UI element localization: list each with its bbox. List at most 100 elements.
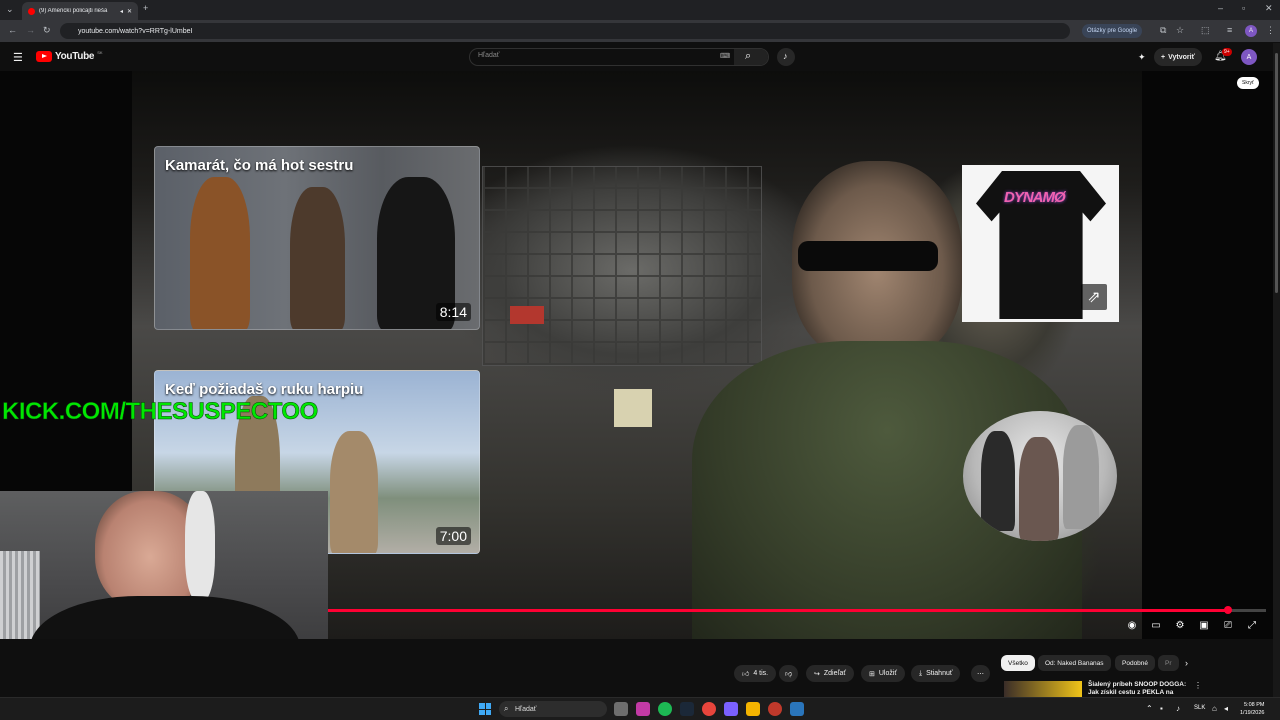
search-box[interactable]: Hľadať ⌨ ⌕ <box>469 48 769 66</box>
save-button[interactable]: ⊞ Uložiť <box>861 665 906 682</box>
tab-search-icon[interactable]: ⌄ <box>6 5 14 14</box>
save-label: Uložiť <box>878 670 898 677</box>
chrome-icon[interactable] <box>702 702 716 716</box>
fullscreen-icon[interactable]: ⤢ <box>1244 617 1260 633</box>
messenger-icon[interactable] <box>636 702 650 716</box>
ai-sparkle-icon[interactable]: ✦ <box>1138 52 1146 63</box>
task-view-icon[interactable] <box>614 702 628 716</box>
youtube-favicon-icon <box>28 7 35 15</box>
chip-from-channel[interactable]: Od: Naked Bananas <box>1038 655 1111 671</box>
autoplay-toggle-icon[interactable]: ◉ <box>1124 617 1140 633</box>
install-icon[interactable]: ⧉ <box>1160 26 1166 35</box>
create-button[interactable]: + Vytvoriť <box>1154 48 1202 66</box>
page-scrollbar[interactable] <box>1273 43 1280 697</box>
tab-title: (9) Americkí policajti rieša <box>39 8 108 14</box>
endcard-duration: 7:00 <box>435 527 471 545</box>
person-figure <box>1019 437 1059 541</box>
youtube-play-icon <box>36 51 52 62</box>
tray-app-icon[interactable]: ▪ <box>1160 704 1163 713</box>
language-indicator[interactable]: SLK <box>1194 705 1205 711</box>
google-questions-label: Otázky pre Google <box>1087 28 1138 34</box>
forward-icon[interactable]: → <box>26 26 35 35</box>
like-button[interactable]: 👍︎ 4 tis. <box>734 665 777 682</box>
bookmark-icon: ⊞ <box>869 670 875 678</box>
dislike-button[interactable]: 👎︎ <box>779 665 799 682</box>
maximize-icon[interactable]: ▫ <box>1242 4 1245 13</box>
create-label: Vytvoriť <box>1168 53 1195 61</box>
region-code: SK <box>97 50 103 55</box>
windows-start-icon[interactable] <box>479 703 491 715</box>
app-icon[interactable] <box>724 702 738 716</box>
chip-related[interactable]: Podobné <box>1115 655 1156 671</box>
share-button[interactable]: ↪ Zdieľať <box>806 665 855 682</box>
more-vertical-icon[interactable]: ⋮ <box>1194 681 1202 690</box>
reading-list-icon[interactable]: ≡ <box>1227 26 1232 35</box>
voice-search-button[interactable]: ♪ <box>777 48 795 66</box>
thumbs-down-icon: 👎︎ <box>785 671 793 678</box>
radiator <box>0 551 40 641</box>
url-field[interactable]: youtube.com/watch?v=RRTg-lUmbeI <box>60 23 1070 39</box>
minimize-icon[interactable]: – <box>1218 4 1223 13</box>
network-icon[interactable]: ⌂ <box>1212 704 1217 713</box>
headphones <box>185 491 215 601</box>
steam-icon[interactable] <box>680 702 694 716</box>
merch-card[interactable]: DYNAMØ ⇗ <box>962 165 1119 322</box>
search-button[interactable]: ⌕ <box>734 49 768 65</box>
obs-icon[interactable] <box>768 702 782 716</box>
progress-bar[interactable] <box>328 606 1266 614</box>
hamburger-menu-icon[interactable]: ☰ <box>13 51 23 64</box>
youtube-logo[interactable]: YouTube SK <box>36 50 103 62</box>
recommended-thumbnail[interactable] <box>1004 681 1082 697</box>
chip-all[interactable]: Všetko <box>1001 655 1035 671</box>
download-button[interactable]: ⤓ Stiahnuť <box>911 665 961 682</box>
address-bar-row: ← → ↻ youtube.com/watch?v=RRTg-lUmbeI Ot… <box>0 20 1280 42</box>
warning-label <box>614 389 652 427</box>
chevron-right-icon[interactable]: › <box>1185 658 1188 668</box>
keyboard-icon[interactable]: ⌨ <box>720 52 730 60</box>
person-figure <box>190 177 250 329</box>
hide-overlay-button[interactable]: Skryť <box>1237 77 1259 89</box>
browser-profile-avatar[interactable]: A <box>1245 25 1257 37</box>
google-questions-button[interactable]: Otázky pre Google <box>1082 24 1143 38</box>
scrollbar-thumb[interactable] <box>1275 53 1278 293</box>
speaker-icon[interactable]: ◂ <box>120 8 123 15</box>
share-icon: ↪ <box>814 670 820 678</box>
search-input[interactable]: Hľadať <box>478 52 499 59</box>
extensions-icon[interactable]: ⬚ <box>1201 26 1210 35</box>
person-figure <box>290 187 345 329</box>
account-avatar[interactable]: A <box>1241 49 1257 65</box>
reload-icon[interactable]: ↻ <box>43 26 51 35</box>
more-horizontal-icon: ⋯ <box>977 670 984 678</box>
tray-mic-icon[interactable]: ♪ <box>1176 704 1180 713</box>
endcard-title: Keď požiadaš o ruku harpiu <box>165 381 364 398</box>
notification-count-badge: 9+ <box>1222 48 1232 56</box>
taskbar-search[interactable]: ⌕ Hľadať <box>499 701 607 717</box>
browser-tab[interactable]: (9) Americkí policajti rieša ◂ ✕ <box>22 2 138 20</box>
chip-more[interactable]: Pr <box>1158 655 1179 671</box>
miniplayer-icon[interactable]: ▣ <box>1196 617 1212 633</box>
youtube-header: ☰ YouTube SK Hľadať ⌨ ⌕ ♪ ✦ + Vytvoriť 🔔… <box>0 43 1280 71</box>
subtitles-icon[interactable]: ▭ <box>1148 617 1164 633</box>
external-link-icon: ⇗ <box>1081 284 1107 310</box>
cast-icon[interactable]: ⎚ <box>1220 617 1236 633</box>
download-label: Stiahnuť <box>926 670 953 677</box>
spotify-icon[interactable] <box>658 702 672 716</box>
settings-gear-icon[interactable]: ⚙ <box>1172 617 1188 633</box>
volume-icon[interactable]: ◂ <box>1224 704 1228 713</box>
new-tab-icon[interactable]: + <box>143 4 148 13</box>
endcard-video-1[interactable]: Kamarát, čo má hot sestru 8:14 <box>154 146 480 330</box>
recommended-title[interactable]: Šialený príbeh SNOOP DOGGA: Jak získil c… <box>1088 681 1188 697</box>
tab-close-icon[interactable]: ✕ <box>127 8 132 15</box>
browser-menu-icon[interactable]: ⋮ <box>1266 26 1275 35</box>
channel-endcard[interactable] <box>963 411 1117 541</box>
clock-time: 5:08 PM <box>1243 702 1265 708</box>
scrubber-handle[interactable] <box>1224 606 1233 614</box>
bookmark-star-icon[interactable]: ☆ <box>1176 26 1184 35</box>
more-actions-button[interactable]: ⋯ <box>971 665 990 682</box>
app-icon[interactable] <box>790 702 804 716</box>
system-clock[interactable]: 5:08 PM 1/19/2026 <box>1240 701 1264 717</box>
files-icon[interactable] <box>746 702 760 716</box>
close-window-icon[interactable]: ✕ <box>1265 4 1273 13</box>
back-icon[interactable]: ← <box>8 26 17 35</box>
tray-chevron-icon[interactable]: ⌃ <box>1146 704 1153 713</box>
